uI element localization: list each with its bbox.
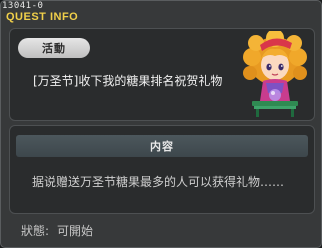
quest-header-panel: 活動 [万圣节]收下我的糖果排名祝贺礼物 bbox=[9, 28, 315, 121]
status-label: 狀態: bbox=[21, 224, 50, 238]
window-title: QUEST INFO bbox=[6, 11, 79, 23]
quest-category-tag: 活動 bbox=[18, 38, 90, 58]
quest-description: 据说赠送万圣节糖果最多的人可以获得礼物…… bbox=[32, 175, 285, 189]
quest-id: 13041-0 bbox=[2, 1, 44, 11]
quest-status: 狀態: 可開始 bbox=[21, 222, 93, 239]
quest-info-window: 13041-0 QUEST INFO 活動 [万圣节]收下我的糖果排名祝贺礼物 bbox=[0, 0, 322, 248]
quest-name: [万圣节]收下我的糖果排名祝贺礼物 bbox=[33, 74, 223, 88]
details-section-header: 内容 bbox=[16, 135, 308, 157]
quest-details-panel: 内容 据说赠送万圣节糖果最多的人可以获得礼物…… bbox=[9, 125, 315, 214]
npc-girl-portrait-icon bbox=[243, 31, 307, 117]
status-value: 可開始 bbox=[57, 224, 94, 238]
